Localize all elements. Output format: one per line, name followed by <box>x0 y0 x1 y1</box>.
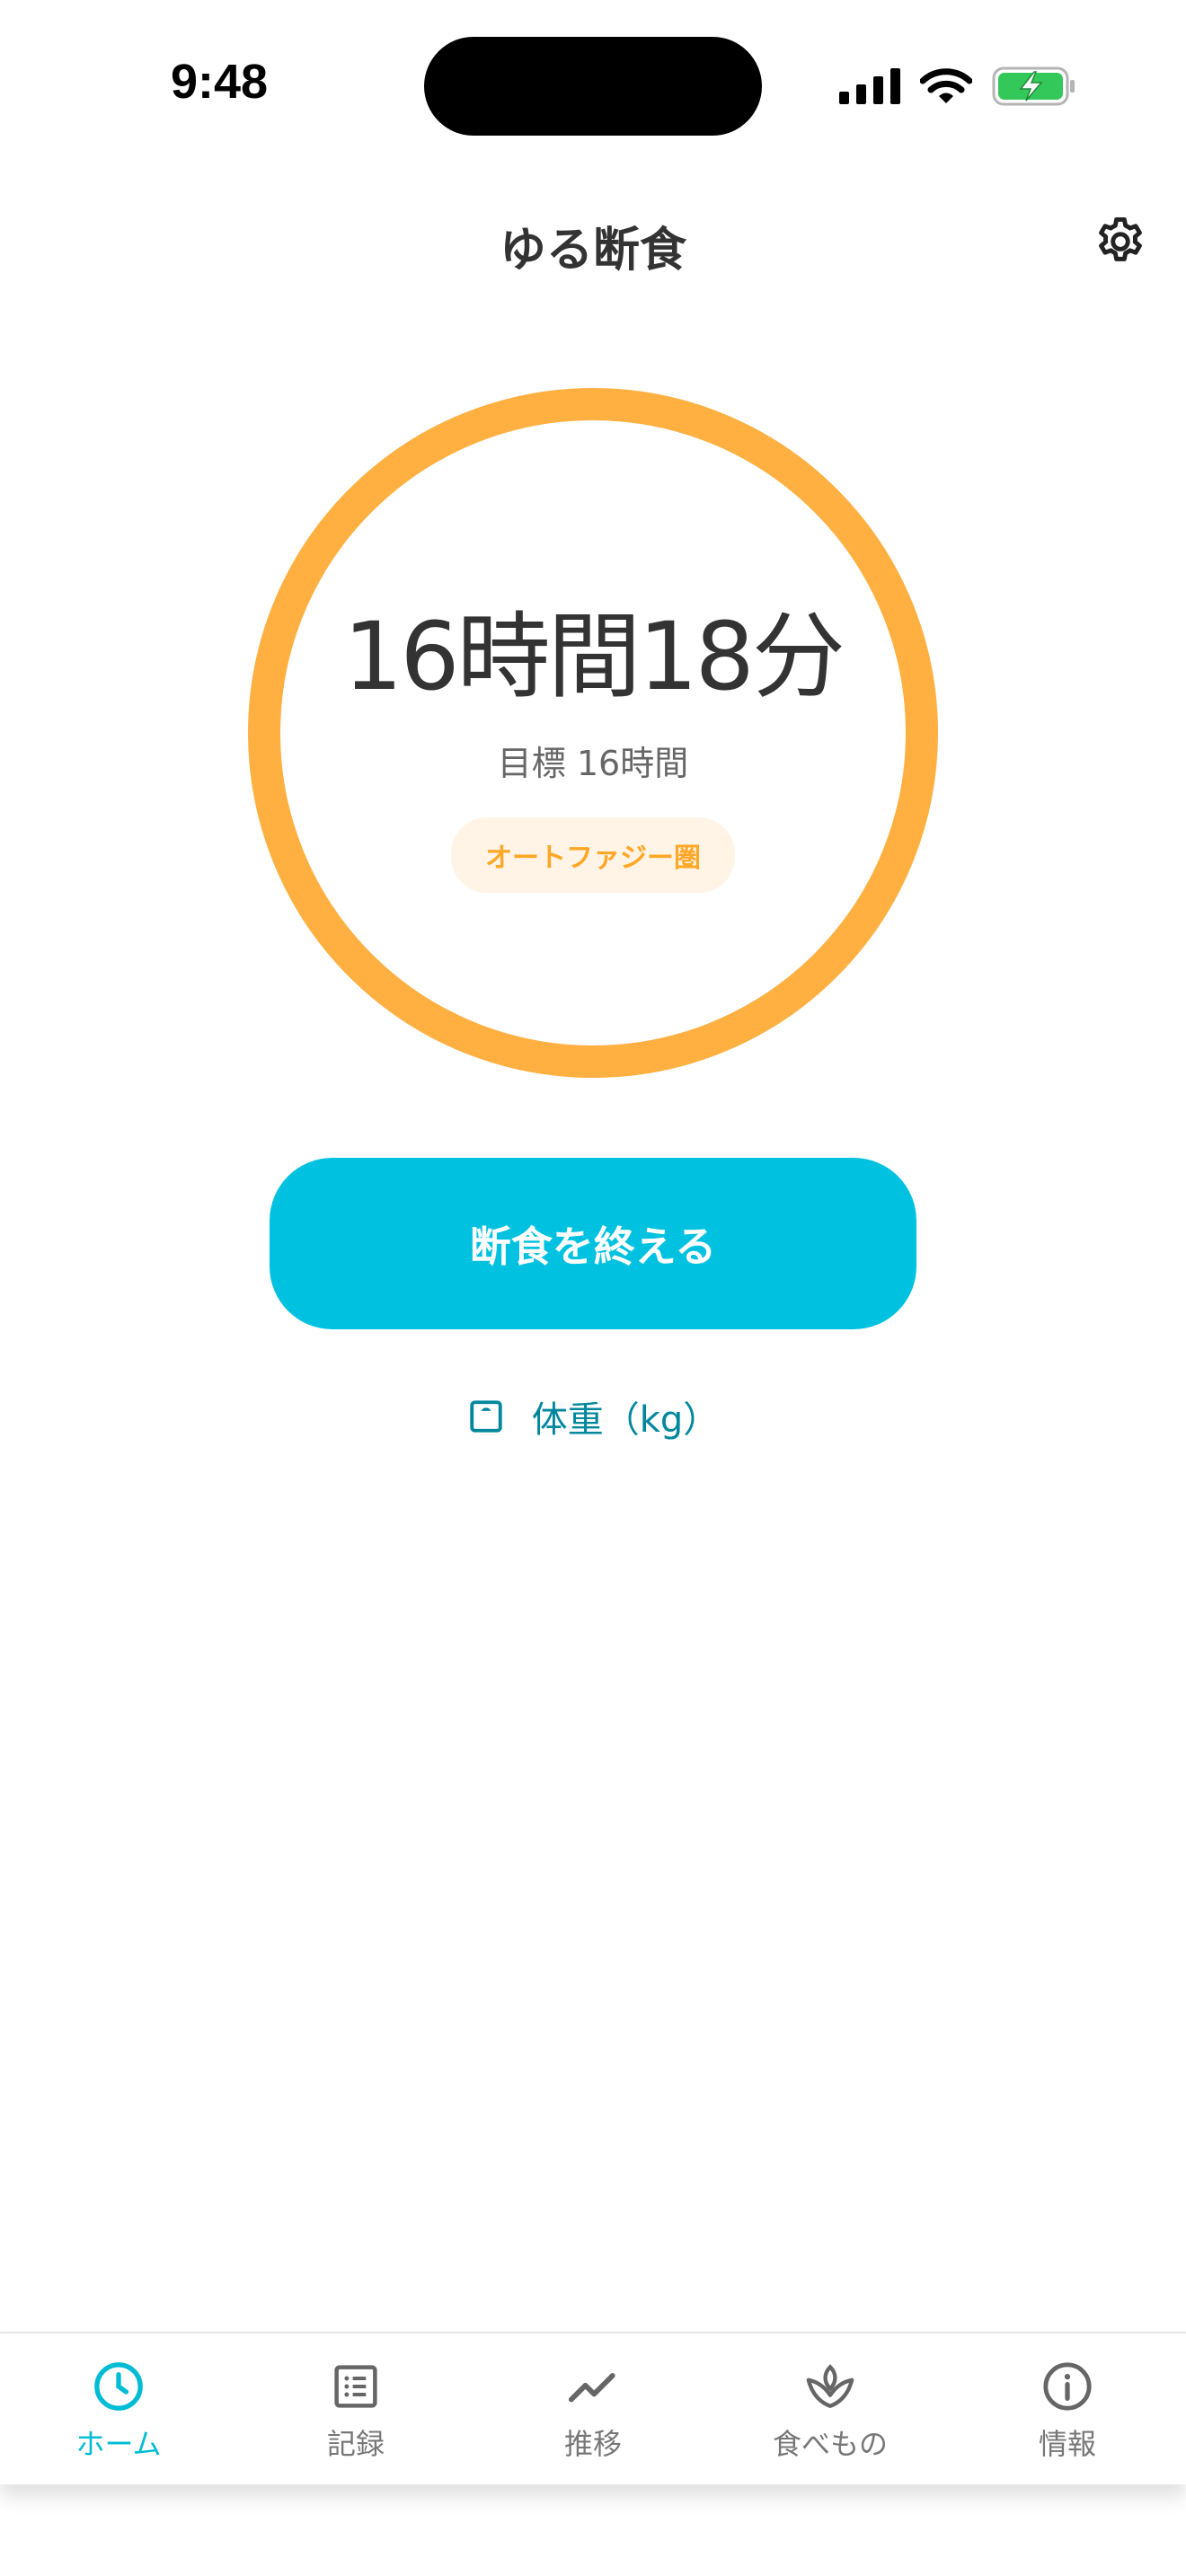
status-icons <box>839 65 1076 108</box>
elapsed-time: 16時間18分 <box>343 602 845 711</box>
phase-badge: オートファジー圏 <box>451 817 735 893</box>
status-time: 9:48 <box>171 55 269 109</box>
tab-info[interactable]: 情報 <box>949 2333 1186 2484</box>
goal-text: 目標 16時間 <box>497 744 689 783</box>
dynamic-island <box>424 37 762 136</box>
sprout-icon <box>806 2364 854 2408</box>
tab-label: 記録 <box>326 2427 385 2461</box>
gear-icon <box>1099 217 1142 261</box>
battery-charging-icon <box>992 66 1075 106</box>
tab-label: 推移 <box>563 2427 622 2461</box>
settings-button[interactable] <box>1089 210 1152 273</box>
signal-icon <box>839 68 900 104</box>
weight-entry-link[interactable]: 体重（kg） <box>0 1390 1186 1442</box>
app-title: ゆる断食 <box>499 224 686 278</box>
scale-icon <box>470 1400 502 1433</box>
wifi-icon <box>920 68 972 103</box>
info-icon <box>1043 2362 1092 2411</box>
tab-label: 情報 <box>1038 2427 1096 2461</box>
clock-icon <box>94 2362 143 2411</box>
tab-bar: ホーム 記録 推移 食べもの 情報 <box>0 2332 1186 2484</box>
list-icon <box>334 2365 377 2408</box>
tab-foods[interactable]: 食べもの <box>712 2333 949 2484</box>
timer-display: 16時間18分 目標 16時間 オートファジー圏 <box>248 388 938 1078</box>
end-fast-button[interactable]: 断食を終える <box>270 1158 916 1329</box>
trend-icon <box>568 2373 615 2403</box>
tab-records[interactable]: 記録 <box>237 2333 474 2484</box>
weight-label: 体重（kg） <box>531 1399 720 1441</box>
tab-label: ホーム <box>75 2427 162 2461</box>
tab-home[interactable]: ホーム <box>0 2333 237 2484</box>
tab-trend[interactable]: 推移 <box>474 2333 712 2484</box>
tab-label: 食べもの <box>772 2427 888 2461</box>
